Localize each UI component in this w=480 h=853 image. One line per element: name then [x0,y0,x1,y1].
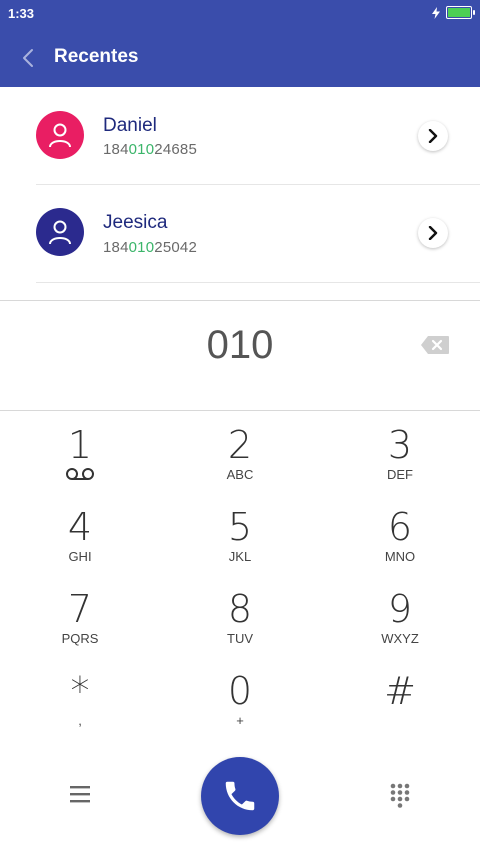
chevron-right-icon [428,226,438,240]
contact-name: Daniel [103,115,157,136]
key-1[interactable]: 1 [20,425,140,505]
key-2[interactable]: 2 ABC [180,425,300,505]
phone-icon [225,781,255,811]
avatar [36,208,84,256]
chevron-left-icon[interactable] [18,46,40,70]
key-8[interactable]: 8 TUV [180,589,300,669]
contact-name: Jeesica [103,212,168,233]
key-9[interactable]: 9 WXYZ [340,589,460,669]
contact-number: 18401024685 [103,141,197,158]
voicemail-icon [66,468,94,480]
status-bar: 1:33 [0,0,480,30]
contact-detail-button[interactable] [418,218,448,248]
contact-row-daniel[interactable]: Daniel 18401024685 [0,87,480,185]
key-0[interactable]: 0 + [180,671,300,751]
dialpad-icon[interactable] [389,782,411,810]
contact-row-jeesica[interactable]: Jeesica 18401025042 [0,185,480,283]
menu-icon[interactable] [68,784,92,804]
dialed-number[interactable]: 010 [0,323,480,368]
key-4[interactable]: 4 GHI [20,507,140,587]
battery-icon [446,6,475,19]
key-5[interactable]: 5 JKL [180,507,300,587]
bottom-bar [0,750,480,853]
call-button[interactable] [201,757,279,835]
divider [36,282,480,283]
key-3[interactable]: 3 DEF [340,425,460,505]
page-title: Recentes [54,46,139,67]
status-icons [432,6,475,19]
contact-detail-button[interactable] [418,121,448,151]
person-icon [49,123,71,148]
bolt-icon [432,6,440,19]
key-6[interactable]: 6 MNO [340,507,460,587]
contact-number: 18401025042 [103,239,197,256]
backspace-icon[interactable] [420,335,450,355]
chevron-right-icon [428,129,438,143]
avatar [36,111,84,159]
key-hash[interactable]: # [340,671,460,751]
app-bar: Recentes [0,30,480,87]
status-time: 1:33 [8,6,35,21]
key-star[interactable]: * , [20,671,140,751]
key-7[interactable]: 7 PQRS [20,589,140,669]
dial-display: 010 [0,300,480,411]
person-icon [49,220,71,245]
